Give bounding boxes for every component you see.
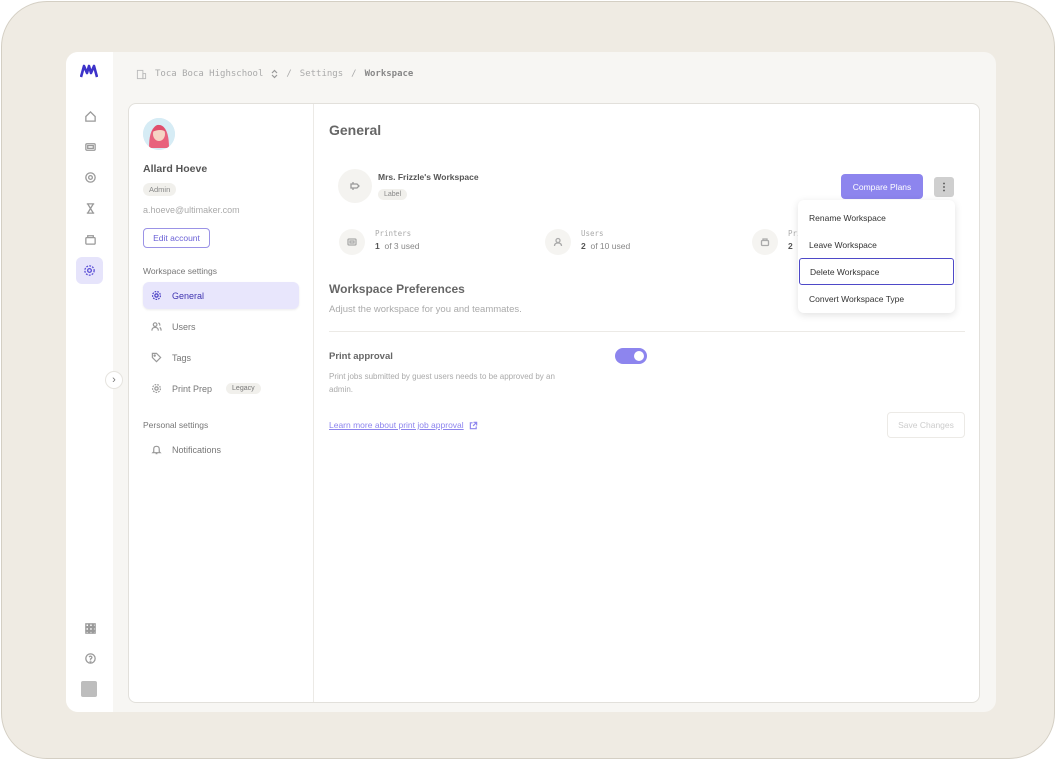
workspace-options-menu: Rename Workspace Leave Workspace Delete … [798,200,955,313]
sidebar-item-users[interactable]: Users [143,313,299,340]
settings-main: General Mrs. Frizzle's Workspace Label C… [315,104,979,702]
personal-settings-title: Personal settings [143,420,209,430]
sidebar-item-notifications[interactable]: Notifications [143,436,299,463]
user-avatar[interactable] [81,681,97,697]
apps-grid-icon[interactable] [78,616,102,640]
preferences-subtitle: Adjust the workspace for you and teammat… [329,304,522,315]
building-icon [136,69,147,79]
stat-value: 2 of 10 used [581,241,631,251]
role-badge: Admin [143,183,177,196]
user-icon [545,229,571,255]
more-options-button[interactable]: ⋮ [934,177,954,197]
print-approval-description: Print jobs submitted by guest users need… [329,372,555,394]
sidebar-item-label: Users [172,321,196,332]
page-title: General [329,122,382,138]
sidebar-item-label: Print Prep [172,383,213,394]
workspace-label-badge: Label [378,189,408,200]
learn-more-text: Learn more about print job approval [329,420,464,430]
profile-name: Allard Hoeve [143,163,208,175]
gear-icon [151,290,162,301]
brand-logo-icon[interactable] [80,64,98,78]
settings-icon[interactable] [76,257,103,284]
workspace-tag-icon [350,182,360,190]
gear-icon [151,383,162,394]
learn-more-link[interactable]: Learn more about print job approval [329,420,478,430]
save-changes-button[interactable]: Save Changes [887,412,965,438]
app-window: Toca Boca Highschool / Settings / Worksp… [66,52,996,712]
breadcrumb-separator: / [286,69,292,79]
profile-avatar [143,118,175,150]
breadcrumb-separator: / [351,69,357,79]
box-icon[interactable] [78,227,102,251]
queue-icon[interactable] [78,196,102,220]
external-link-icon [469,421,477,429]
sidebar-item-tags[interactable]: Tags [143,344,299,371]
printer-icon [339,229,365,255]
workspace-name: Mrs. Frizzle's Workspace [378,172,479,182]
menu-item-delete[interactable]: Delete Workspace [799,258,954,285]
sidebar-item-label: Notifications [172,444,222,455]
profile-email: a.hoeve@ultimaker.com [143,205,240,215]
print-approval-toggle[interactable] [615,348,647,364]
box-icon [752,229,778,255]
breadcrumb-organization[interactable]: Toca Boca Highschool [155,69,263,79]
menu-item-convert[interactable]: Convert Workspace Type [798,285,955,312]
bell-icon [151,445,162,455]
breadcrumb-settings[interactable]: Settings [300,69,343,79]
workspace-icon [338,169,372,203]
device-frame: Toca Boca Highschool / Settings / Worksp… [1,1,1055,759]
users-icon [151,322,162,331]
help-icon[interactable] [78,646,102,670]
stat-users: Users 2 of 10 used [545,229,630,255]
menu-item-rename[interactable]: Rename Workspace [798,204,955,231]
stat-label: Printers [375,229,412,238]
breadcrumb-current: Workspace [364,69,414,79]
legacy-badge: Legacy [226,383,261,394]
preferences-title: Workspace Preferences [329,282,465,296]
sidebar-item-print-prep[interactable]: Print Prep Legacy [143,375,299,402]
tag-icon [151,352,162,363]
chevron-up-down-icon[interactable] [271,69,278,79]
material-icon[interactable] [78,165,102,189]
stat-value: 1 of 3 used [375,241,420,251]
settings-sidebar: Allard Hoeve Admin a.hoeve@ultimaker.com… [129,104,314,702]
home-icon[interactable] [78,104,102,128]
settings-card: Allard Hoeve Admin a.hoeve@ultimaker.com… [128,103,980,703]
print-approval-title: Print approval [329,351,393,362]
stat-printers: Printers 1 of 3 used [339,229,419,255]
sidebar-item-general[interactable]: General [143,282,299,309]
divider [329,331,965,332]
stat-third: Pri 2 [752,229,802,255]
printer-icon[interactable] [78,134,102,158]
compare-plans-button[interactable]: Compare Plans [841,174,923,199]
sidebar-item-label: General [172,290,205,301]
sidebar-item-label: Tags [172,352,192,363]
workspace-settings-title: Workspace settings [143,266,218,276]
stat-label: Users [581,229,604,238]
breadcrumb: Toca Boca Highschool / Settings / Worksp… [136,67,413,81]
edit-account-button[interactable]: Edit account [143,228,210,248]
toggle-knob [634,351,644,361]
menu-item-leave[interactable]: Leave Workspace [798,231,955,258]
sidebar-expand-button[interactable]: › [105,371,123,389]
